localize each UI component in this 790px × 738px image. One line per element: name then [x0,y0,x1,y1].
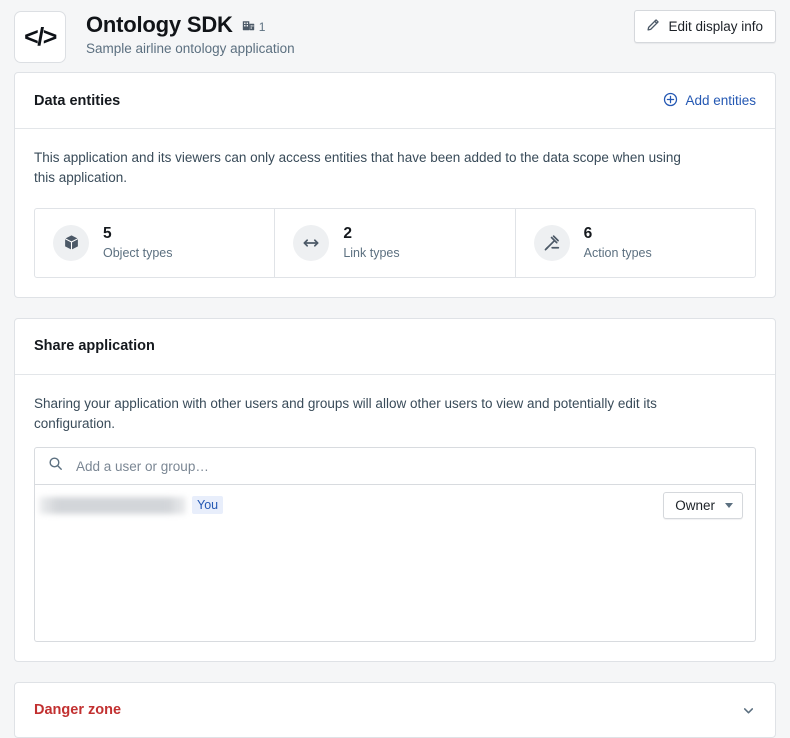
edit-display-info-label: Edit display info [668,19,763,34]
stat-link-types-text: 2 Link types [343,225,399,260]
stat-object-types-text: 5 Object types [103,225,172,260]
list-item[interactable]: You Owner [35,485,755,525]
share-application-title: Share application [34,338,155,354]
app-header-text: Ontology SDK 1 Sample airline ontology a… [86,10,295,56]
members-list: You Owner [34,485,756,642]
code-icon: </> [24,22,57,51]
stat-link-types: 2 Link types [275,208,516,277]
stat-label: Object types [103,245,173,260]
entity-stats-strip: 5 Object types 2 Link types 6 Action typ… [34,207,756,278]
stat-action-types-text: 6 Action types [584,225,652,260]
page-title: Ontology SDK [86,12,233,37]
search-icon [48,456,63,476]
share-application-body: Sharing your application with other user… [15,375,775,662]
member-identity: You [39,496,224,514]
organization-badge: 1 [242,18,266,36]
add-entities-button[interactable]: Add entities [663,92,756,110]
data-entities-description: This application and its viewers can onl… [34,150,681,186]
data-entities-header: Data entities Add entities [15,73,775,129]
danger-zone-title: Danger zone [34,702,122,718]
pencil-icon [646,18,660,35]
member-name-redacted [39,496,186,514]
cube-icon [53,224,89,261]
app-subtitle: Sample airline ontology application [86,41,295,57]
data-entities-body: This application and its viewers can onl… [15,129,775,297]
share-application-card: Share application Sharing your applicati… [14,317,776,662]
you-badge: You [192,496,224,514]
stat-object-types: 5 Object types [35,208,276,277]
danger-zone-card: Danger zone [14,682,776,738]
organization-icon [242,18,255,36]
stat-value: 6 [583,225,593,243]
gavel-icon [533,224,570,261]
data-entities-card: Data entities Add entities This applicat… [14,72,776,298]
chevron-down-icon [725,502,733,508]
title-row: Ontology SDK 1 [86,12,295,37]
app-logo: </> [14,11,66,63]
member-role-dropdown[interactable]: Owner [663,491,743,519]
share-application-header: Share application [15,319,775,375]
app-header: </> Ontology SDK 1 Sample airline ontolo… [0,0,790,72]
stat-label: Action types [583,245,652,260]
link-arrows-icon [293,224,330,261]
add-entities-label: Add entities [685,93,756,108]
stat-label: Link types [343,245,400,260]
edit-display-info-button[interactable]: Edit display info [634,10,776,43]
share-description: Sharing your application with other user… [34,395,657,431]
organization-count: 1 [258,19,266,34]
stat-value: 5 [103,225,112,243]
search-input[interactable] [74,457,742,475]
user-search-box[interactable] [34,447,756,485]
danger-zone-header[interactable]: Danger zone [15,683,775,737]
stat-action-types: 6 Action types [516,209,755,277]
chevron-down-icon[interactable] [741,703,756,718]
data-entities-title: Data entities [34,92,121,109]
stat-value: 2 [343,225,352,243]
member-role-label: Owner [675,497,715,513]
plus-circle-icon [663,92,678,110]
